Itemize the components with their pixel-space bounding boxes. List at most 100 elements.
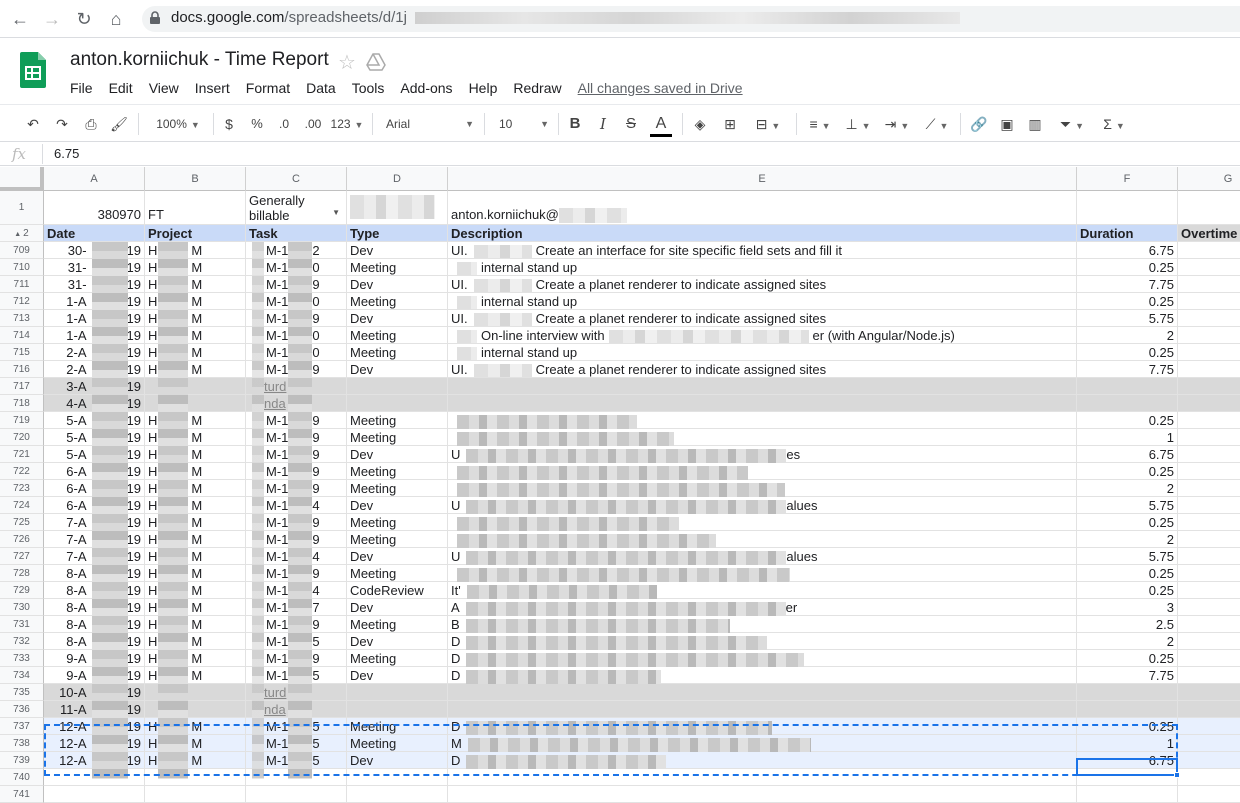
header-type[interactable]: Type — [347, 225, 448, 242]
cell-description[interactable]: D — [448, 633, 1077, 650]
cell-description[interactable] — [448, 429, 1077, 446]
column-header-c[interactable]: C — [246, 167, 347, 191]
cell-duration[interactable]: 0.25 — [1077, 565, 1178, 582]
percent-button[interactable]: % — [248, 113, 266, 135]
cell-description[interactable] — [448, 565, 1077, 582]
row-header[interactable]: 718 — [0, 395, 44, 412]
decrease-decimal-button[interactable]: .0 — [272, 113, 296, 135]
column-header-d[interactable]: D — [347, 167, 448, 191]
cell-type[interactable]: Meeting — [347, 735, 448, 752]
undo-icon[interactable]: ↶ — [22, 113, 44, 135]
cell-description[interactable] — [448, 480, 1077, 497]
cell-description[interactable]: On-line interview with er (with Angular/N… — [448, 327, 1077, 344]
cell-overtime[interactable] — [1178, 429, 1240, 446]
strikethrough-button[interactable]: S — [622, 113, 640, 135]
cell-type[interactable]: Meeting — [347, 718, 448, 735]
cell-overtime[interactable] — [1178, 276, 1240, 293]
cell-type[interactable]: Meeting — [347, 616, 448, 633]
cell-overtime[interactable] — [1178, 616, 1240, 633]
cell-duration[interactable]: 0.25 — [1077, 650, 1178, 667]
cell-type[interactable]: Dev — [347, 752, 448, 769]
cell-description[interactable] — [448, 412, 1077, 429]
menu-redraw[interactable]: Redraw — [505, 78, 569, 98]
menu-format[interactable]: Format — [238, 78, 298, 98]
cell-overtime[interactable] — [1178, 667, 1240, 684]
cell-type[interactable]: Dev — [347, 276, 448, 293]
row-header[interactable]: 737 — [0, 718, 44, 735]
cell-type[interactable] — [347, 769, 448, 786]
cell-type[interactable] — [347, 395, 448, 412]
formula-input[interactable]: 6.75 — [54, 146, 79, 161]
row-header[interactable]: 724 — [0, 497, 44, 514]
font-size-select[interactable]: 10 ▼ — [499, 113, 549, 135]
cell-type[interactable]: Dev — [347, 446, 448, 463]
paint-format-icon[interactable]: 🖌 — [108, 113, 130, 135]
cell-overtime[interactable] — [1178, 310, 1240, 327]
cell-type[interactable]: Meeting — [347, 327, 448, 344]
cell-type[interactable] — [347, 786, 448, 803]
row-header[interactable]: 733 — [0, 650, 44, 667]
cell-overtime[interactable] — [1178, 650, 1240, 667]
cell-overtime[interactable] — [1178, 565, 1240, 582]
cell-duration[interactable]: 1 — [1077, 735, 1178, 752]
cell-overtime[interactable] — [1178, 327, 1240, 344]
cell-description[interactable] — [448, 786, 1077, 803]
menu-file[interactable]: File — [62, 78, 101, 98]
row-header[interactable]: 731 — [0, 616, 44, 633]
cell-overtime[interactable] — [1178, 344, 1240, 361]
dropdown-arrow-icon[interactable]: ▼ — [332, 205, 340, 220]
header-project[interactable]: Project — [145, 225, 246, 242]
row-header[interactable]: 740 — [0, 769, 44, 786]
cell-duration[interactable]: 2 — [1077, 480, 1178, 497]
header-date[interactable]: Date — [44, 225, 145, 242]
column-header-f[interactable]: F — [1077, 167, 1178, 191]
cell-description[interactable] — [448, 463, 1077, 480]
cell-duration[interactable] — [1077, 378, 1178, 395]
cell-duration[interactable]: 0.25 — [1077, 582, 1178, 599]
row-header[interactable]: 720 — [0, 429, 44, 446]
cell-duration[interactable] — [1077, 395, 1178, 412]
cell-duration[interactable]: 0.25 — [1077, 718, 1178, 735]
cell-description[interactable]: Ualues — [448, 497, 1077, 514]
insert-comment-icon[interactable]: ▣ — [996, 113, 1018, 135]
cell-duration[interactable]: 2.5 — [1077, 616, 1178, 633]
cell-duration[interactable]: 7.75 — [1077, 361, 1178, 378]
cell-overtime[interactable] — [1178, 395, 1240, 412]
cell-description[interactable]: Ues — [448, 446, 1077, 463]
cell-g1[interactable] — [1178, 191, 1240, 225]
row-header[interactable]: 730 — [0, 599, 44, 616]
star-icon[interactable]: ☆ — [338, 50, 356, 75]
header-description[interactable]: Description — [448, 225, 1077, 242]
cell-type[interactable]: Meeting — [347, 344, 448, 361]
cell-duration[interactable]: 3 — [1077, 599, 1178, 616]
cell-overtime[interactable] — [1178, 259, 1240, 276]
cell-duration[interactable]: 1 — [1077, 429, 1178, 446]
cell-d1[interactable] — [347, 191, 448, 225]
cell-overtime[interactable] — [1178, 531, 1240, 548]
cell-duration[interactable] — [1077, 701, 1178, 718]
row-header[interactable]: 734 — [0, 667, 44, 684]
menu-help[interactable]: Help — [461, 78, 506, 98]
cell-duration[interactable]: 5.75 — [1077, 310, 1178, 327]
cell-overtime[interactable] — [1178, 769, 1240, 786]
cell-type[interactable]: Meeting — [347, 531, 448, 548]
cell-duration[interactable]: 0.25 — [1077, 463, 1178, 480]
cell-duration[interactable] — [1077, 769, 1178, 786]
cell-type[interactable]: Dev — [347, 633, 448, 650]
column-header-b[interactable]: B — [145, 167, 246, 191]
save-status-link[interactable]: All changes saved in Drive — [578, 78, 743, 98]
cell-description[interactable] — [448, 684, 1077, 701]
document-title[interactable]: anton.korniichuk - Time Report — [70, 49, 329, 71]
cell-overtime[interactable] — [1178, 752, 1240, 769]
cell-description[interactable]: internal stand up — [448, 293, 1077, 310]
cell-description[interactable]: internal stand up — [448, 344, 1077, 361]
bold-button[interactable]: B — [566, 113, 584, 135]
menu-addons[interactable]: Add-ons — [392, 78, 460, 98]
cell-duration[interactable]: 6.75 — [1077, 242, 1178, 259]
reload-icon[interactable]: ↻ — [73, 8, 95, 30]
cell-type[interactable]: Dev — [347, 497, 448, 514]
fill-handle[interactable] — [1174, 772, 1180, 778]
row-header[interactable]: 714 — [0, 327, 44, 344]
cell-overtime[interactable] — [1178, 735, 1240, 752]
cell-description[interactable]: UI. Create an interface for site specific… — [448, 242, 1077, 259]
